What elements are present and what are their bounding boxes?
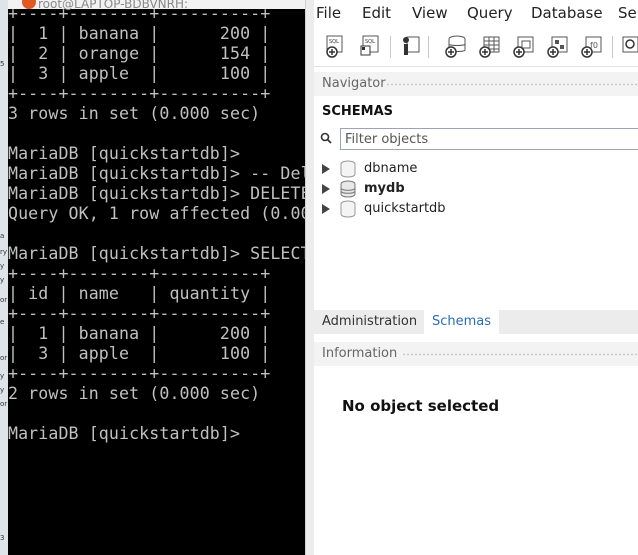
menu-edit[interactable]: Edit	[362, 4, 391, 22]
desktop-glyph: or	[0, 296, 8, 304]
create-view-icon[interactable]	[512, 34, 536, 58]
terminal-line: MariaDB [quickstartdb]> SELECT	[8, 244, 305, 263]
schemas-heading: SCHEMAS	[322, 104, 394, 119]
menu-server[interactable]: Ser	[618, 4, 638, 22]
information-label: Information	[322, 346, 398, 361]
desktop-glyph: ry	[0, 248, 8, 256]
menu-view[interactable]: View	[412, 4, 448, 22]
navigator-tab-strip: Administration Schemas	[314, 310, 638, 334]
terminal-line: MariaDB [quickstartdb]> -- Del	[8, 164, 305, 183]
desktop-glyph: y	[0, 386, 5, 394]
desktop-glyph: a	[0, 232, 5, 240]
navigator-grip	[386, 83, 638, 86]
inspector-icon[interactable]	[398, 34, 422, 58]
create-schema-icon[interactable]	[444, 34, 468, 58]
terminal-line: +----+--------+----------+	[8, 4, 271, 23]
menu-database[interactable]: Database	[531, 4, 603, 22]
information-header: Information	[314, 342, 638, 366]
menu-bar: File Edit View Query Database Ser	[314, 0, 638, 26]
terminal-line: | 1 | banana | 200 |	[8, 324, 271, 343]
terminal-line: 2 rows in set (0.000 sec)	[8, 384, 261, 403]
schema-name: dbname	[364, 161, 418, 176]
information-grip	[402, 353, 638, 356]
open-sql-script-icon[interactable]: SQL	[358, 34, 382, 58]
terminal-line: | 2 | orange | 154 |	[8, 44, 271, 63]
expand-arrow-icon[interactable]	[322, 204, 330, 214]
desktop-glyph: y	[0, 262, 5, 270]
navigator-header: Navigator	[314, 72, 638, 96]
database-icon	[340, 160, 356, 178]
desktop-glyph: or	[0, 400, 8, 408]
schema-name: quickstartdb	[364, 201, 446, 216]
terminal-line: 3 rows in set (0.000 sec)	[8, 104, 261, 123]
terminal-line: +----+--------+----------+	[8, 84, 271, 103]
schema-tree-item[interactable]: dbname	[322, 159, 622, 179]
toolbar: SQL SQL f0	[314, 28, 638, 67]
create-function-icon[interactable]: f0	[580, 34, 604, 58]
expand-arrow-icon[interactable]	[322, 184, 330, 194]
terminal-line: | 3 | apple | 100 |	[8, 64, 271, 83]
schema-name-default: mydb	[364, 181, 405, 196]
menu-file[interactable]: File	[316, 4, 341, 22]
desktop-glyph: y	[0, 372, 5, 380]
terminal-line: | id | name | quantity |	[8, 284, 271, 303]
svg-text:SQL: SQL	[365, 39, 375, 45]
new-sql-tab-icon[interactable]: SQL	[324, 34, 348, 58]
database-icon	[340, 200, 356, 218]
database-icon	[340, 180, 356, 198]
search-table-icon[interactable]	[620, 34, 638, 58]
desktop-glyph: e	[0, 318, 5, 326]
no-object-message: No object selected	[342, 397, 500, 415]
create-procedure-icon[interactable]	[546, 34, 570, 58]
terminal-line: +----+--------+----------+	[8, 304, 271, 323]
schema-tree-item[interactable]: mydb	[322, 179, 622, 199]
create-table-icon[interactable]	[478, 34, 502, 58]
expand-arrow-icon[interactable]	[322, 164, 330, 174]
navigator-label: Navigator	[322, 76, 386, 91]
terminal-line: | 1 | banana | 200 |	[8, 24, 271, 43]
desktop-glyph: 5	[0, 60, 5, 68]
tab-schemas[interactable]: Schemas	[424, 310, 500, 334]
terminal-line: | 3 | apple | 100 |	[8, 344, 271, 363]
toolbar-separator	[428, 36, 429, 58]
menu-query[interactable]: Query	[467, 4, 513, 22]
terminal-line: +----+--------+----------+	[8, 364, 271, 383]
terminal-line: MariaDB [quickstartdb]>	[8, 144, 241, 163]
desktop-glyph: 3	[0, 534, 5, 542]
terminal-line: Query OK, 1 row affected (0.00	[8, 204, 305, 223]
terminal-line: MariaDB [quickstartdb]>	[8, 424, 241, 443]
desktop-glyph: y	[0, 276, 5, 284]
search-icon	[320, 132, 332, 144]
schema-tree-item[interactable]: quickstartdb	[322, 199, 622, 219]
desktop-glyph: or	[0, 354, 8, 362]
svg-text:SQL: SQL	[329, 39, 339, 45]
terminal-line: MariaDB [quickstartdb]> DELETE	[8, 184, 305, 203]
toolbar-separator	[390, 36, 391, 58]
terminal-window[interactable]: root@LAPTOP-BDBVNRH: +----+--------+----…	[8, 0, 305, 555]
tab-administration[interactable]: Administration	[314, 310, 425, 334]
desktop-background-strip: 5 a ry y y or e or y y or 3	[0, 0, 8, 555]
toolbar-separator	[612, 36, 613, 58]
filter-objects-input[interactable]: Filter objects	[340, 128, 638, 150]
workbench-window: File Edit View Query Database Ser SQL SQ…	[314, 0, 638, 555]
terminal-line: +----+--------+----------+	[8, 264, 271, 283]
